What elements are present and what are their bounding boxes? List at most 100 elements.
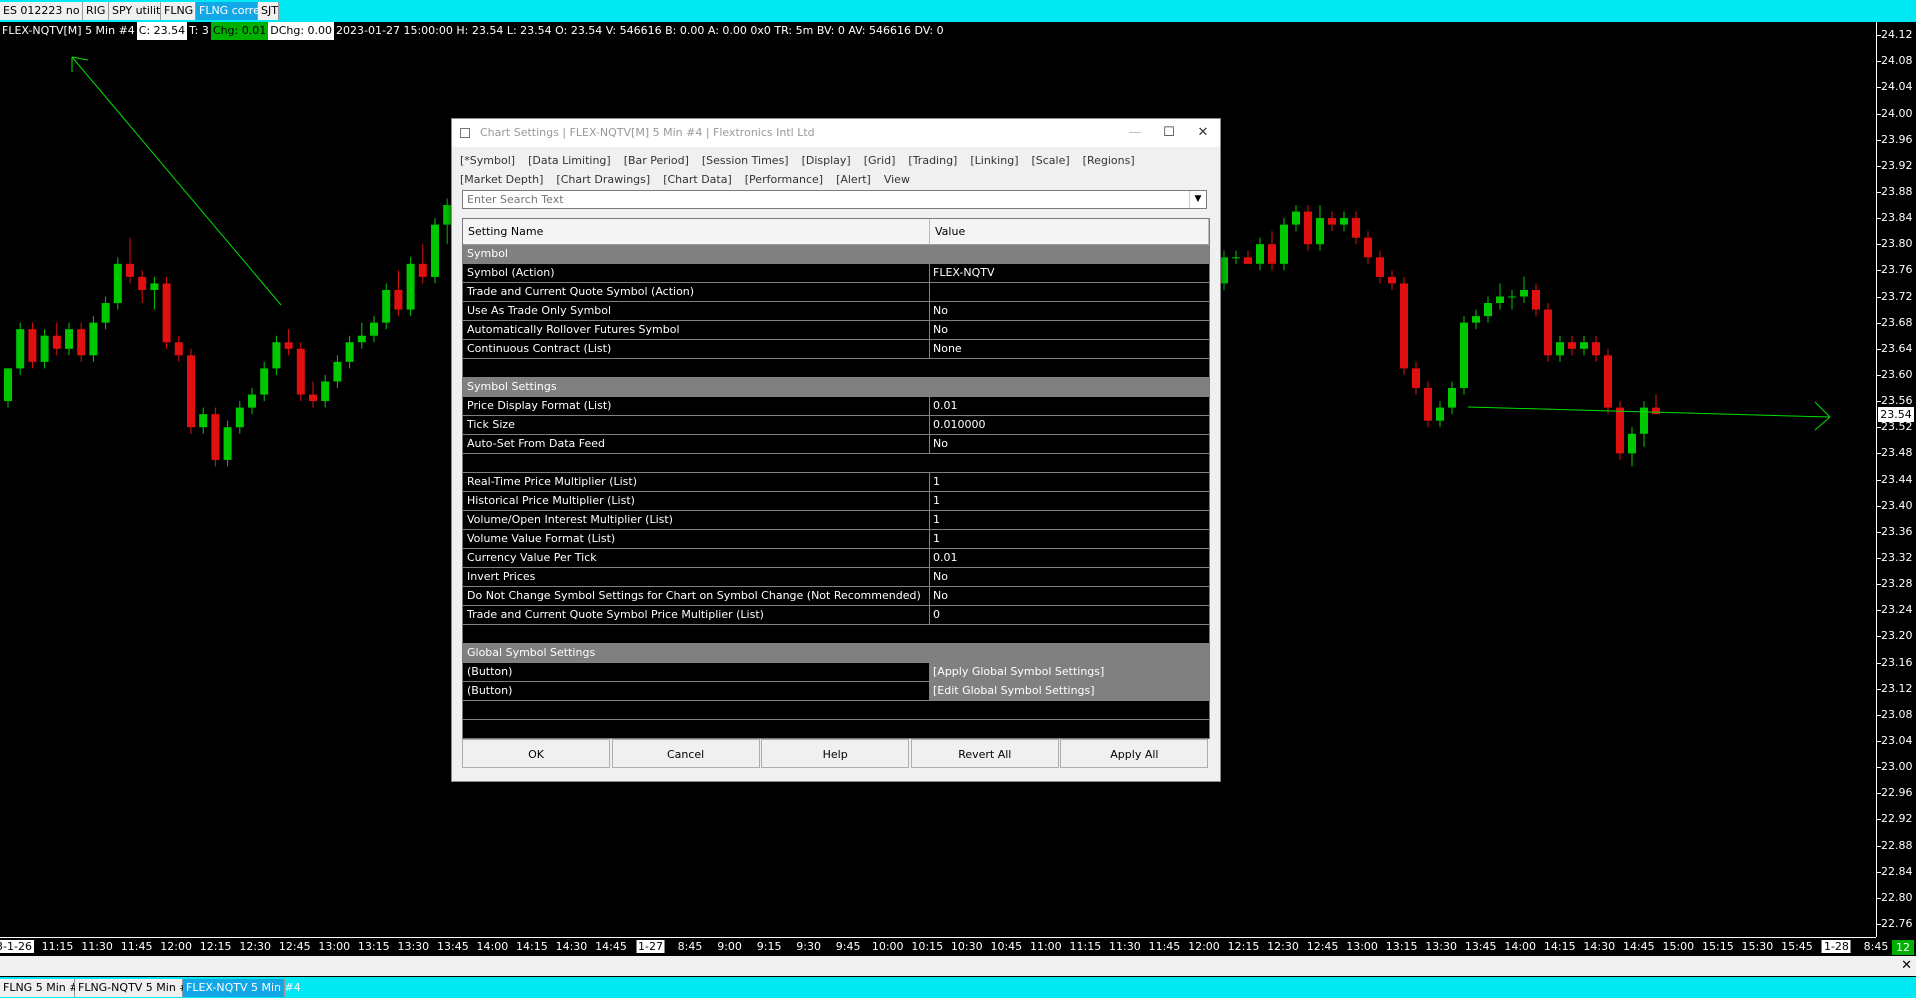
info-trades: T: 3 [189,24,209,37]
setting-row[interactable]: Trade and Current Quote Symbol Price Mul… [463,606,1209,625]
setting-row[interactable]: Tick Size 0.010000 [463,416,1209,435]
setting-row[interactable]: Historical Price Multiplier (List) 1 [463,492,1209,511]
settings-tab[interactable]: [Regions] [1083,151,1135,170]
settings-tab[interactable]: View [884,170,910,189]
ray-arrow-line[interactable] [1467,406,1831,418]
help-button[interactable]: Help [761,739,910,768]
chartbook-tab[interactable]: RIG [83,2,109,20]
setting-row[interactable]: Do Not Change Symbol Settings for Chart … [463,587,1209,606]
horizontal-scrollbar[interactable]: ✕ [0,956,1916,976]
time-tick-label: 10:30 [950,940,983,953]
price-tick-label: 23.52 [1881,420,1913,434]
column-header-value[interactable]: Value [930,219,1209,245]
close-icon[interactable]: ✕ [1188,123,1218,143]
settings-tab[interactable]: [Chart Data] [663,170,732,189]
ok-button[interactable]: OK [462,739,610,768]
price-tick-label: 23.56 [1881,394,1913,408]
settings-tab[interactable]: [Performance] [745,170,823,189]
minimize-icon[interactable]: — [1120,123,1150,143]
time-tick-label: 14:00 [1504,940,1537,953]
setting-row[interactable]: Automatically Rollover Futures Symbol No [463,321,1209,340]
dialog-title-bar[interactable]: Chart Settings | FLEX-NQTV[M] 5 Min #4 |… [452,119,1220,147]
candle-body [272,342,281,369]
setting-row[interactable]: Trade and Current Quote Symbol (Action) [463,283,1209,302]
time-tick-label: 11:00 [1029,940,1062,953]
setting-row[interactable]: Use As Trade Only Symbol No [463,302,1209,321]
chartbook-tab[interactable]: FLNG correct [196,2,270,20]
setting-row[interactable]: (Button) [Edit Global Symbol Settings] [463,682,1209,701]
settings-tab[interactable]: [Session Times] [702,151,789,170]
time-tick-label: 11:15 [41,940,74,953]
section-header[interactable]: Symbol Settings [463,378,1209,397]
setting-row[interactable]: Volume/Open Interest Multiplier (List) 1 [463,511,1209,530]
chartbook-tab[interactable]: SJT [258,2,279,20]
chart-window-tab[interactable]: FLNG 5 Min #1 [0,979,85,997]
close-icon[interactable]: ✕ [1901,958,1912,973]
setting-row[interactable]: Currency Value Per Tick 0.01 [463,549,1209,568]
settings-tab[interactable]: [Display] [802,151,851,170]
candle-body [138,276,147,290]
chart-window-tab[interactable]: FLEX-NQTV 5 Min #4 [183,979,301,997]
settings-tab[interactable]: [Alert] [836,170,871,189]
setting-row[interactable]: Volume Value Format (List) 1 [463,530,1209,549]
settings-tab[interactable]: [Trading] [908,151,957,170]
candle-body [1220,257,1228,284]
revert-all-button[interactable]: Revert All [910,739,1059,768]
setting-name: Real-Time Price Multiplier (List) [467,475,638,488]
chevron-down-icon[interactable]: ▼ [1189,191,1206,208]
time-tick-label: 1-28 [1821,940,1851,953]
chart-window-tab[interactable]: FLNG-NQTV 5 Min #3 [75,979,196,997]
ray-arrow-head[interactable] [1814,401,1831,418]
apply-all-button[interactable]: Apply All [1060,739,1209,768]
candle-body [113,263,122,304]
setting-row[interactable]: (Button) [Apply Global Symbol Settings] [463,663,1209,682]
setting-row[interactable]: Continuous Contract (List) None [463,340,1209,359]
column-header-setting-name[interactable]: Setting Name [463,219,930,245]
column-divider [929,587,930,606]
settings-tab[interactable]: [Linking] [970,151,1018,170]
settings-tab[interactable]: [Grid] [864,151,896,170]
candle-body [1280,224,1288,264]
price-tick-mark [1877,557,1881,559]
settings-tab[interactable]: [Bar Period] [624,151,689,170]
setting-row[interactable]: Real-Time Price Multiplier (List) 1 [463,473,1209,492]
chartbook-tab[interactable]: FLNG [161,2,196,20]
settings-tab[interactable]: [Data Limiting] [528,151,611,170]
setting-value[interactable]: [Apply Global Symbol Settings] [933,663,1104,681]
settings-tab[interactable]: [Chart Drawings] [556,170,650,189]
setting-row[interactable]: Price Display Format (List) 0.01 [463,397,1209,416]
ray-arrow-head[interactable] [1814,416,1831,431]
section-header[interactable]: Global Symbol Settings [463,644,1209,663]
maximize-icon[interactable]: ☐ [1154,123,1184,143]
time-tick-label: 10:15 [911,940,944,953]
candle-body [1532,289,1540,310]
search-box[interactable]: ▼ [462,190,1207,209]
price-tick-mark [1877,923,1881,925]
search-input[interactable] [467,192,1182,207]
time-tick-label: 12:45 [278,940,311,953]
setting-name: Volume Value Format (List) [467,532,616,545]
settings-tab[interactable]: [*Symbol] [460,151,515,170]
time-axis[interactable]: 3-1-26 11:15 11:30 11:45 12:00 12:15 12:30 12:4… [0,937,1888,956]
setting-row[interactable]: Invert Prices No [463,568,1209,587]
price-axis[interactable]: 24.12 24.08 24.04 24.00 23.96 23.92 23.88 23.84… [1876,22,1916,937]
price-tick-label: 23.72 [1881,289,1913,303]
section-header[interactable]: Symbol [463,245,1209,264]
chartbook-tab[interactable]: ES 012223 no TPO [0,2,105,20]
time-tick-label: 13:00 [1346,940,1378,953]
candle-body [1652,407,1660,415]
column-divider [929,435,930,454]
candle-body [357,335,366,343]
setting-row[interactable]: Symbol (Action) FLEX-NQTV [463,264,1209,283]
setting-value[interactable]: [Edit Global Symbol Settings] [933,682,1095,700]
trend-arrow-line[interactable] [71,56,282,306]
cancel-button[interactable]: Cancel [611,739,760,768]
chartbook-tab[interactable]: SPY utility [109,2,167,20]
setting-row[interactable]: Auto-Set From Data Feed No [463,435,1209,454]
settings-tab[interactable]: [Scale] [1031,151,1069,170]
settings-tab[interactable]: [Market Depth] [460,170,543,189]
column-divider [929,473,930,492]
candle-body [1328,218,1336,225]
candle-body [235,407,244,428]
price-tick-mark [1877,610,1881,612]
